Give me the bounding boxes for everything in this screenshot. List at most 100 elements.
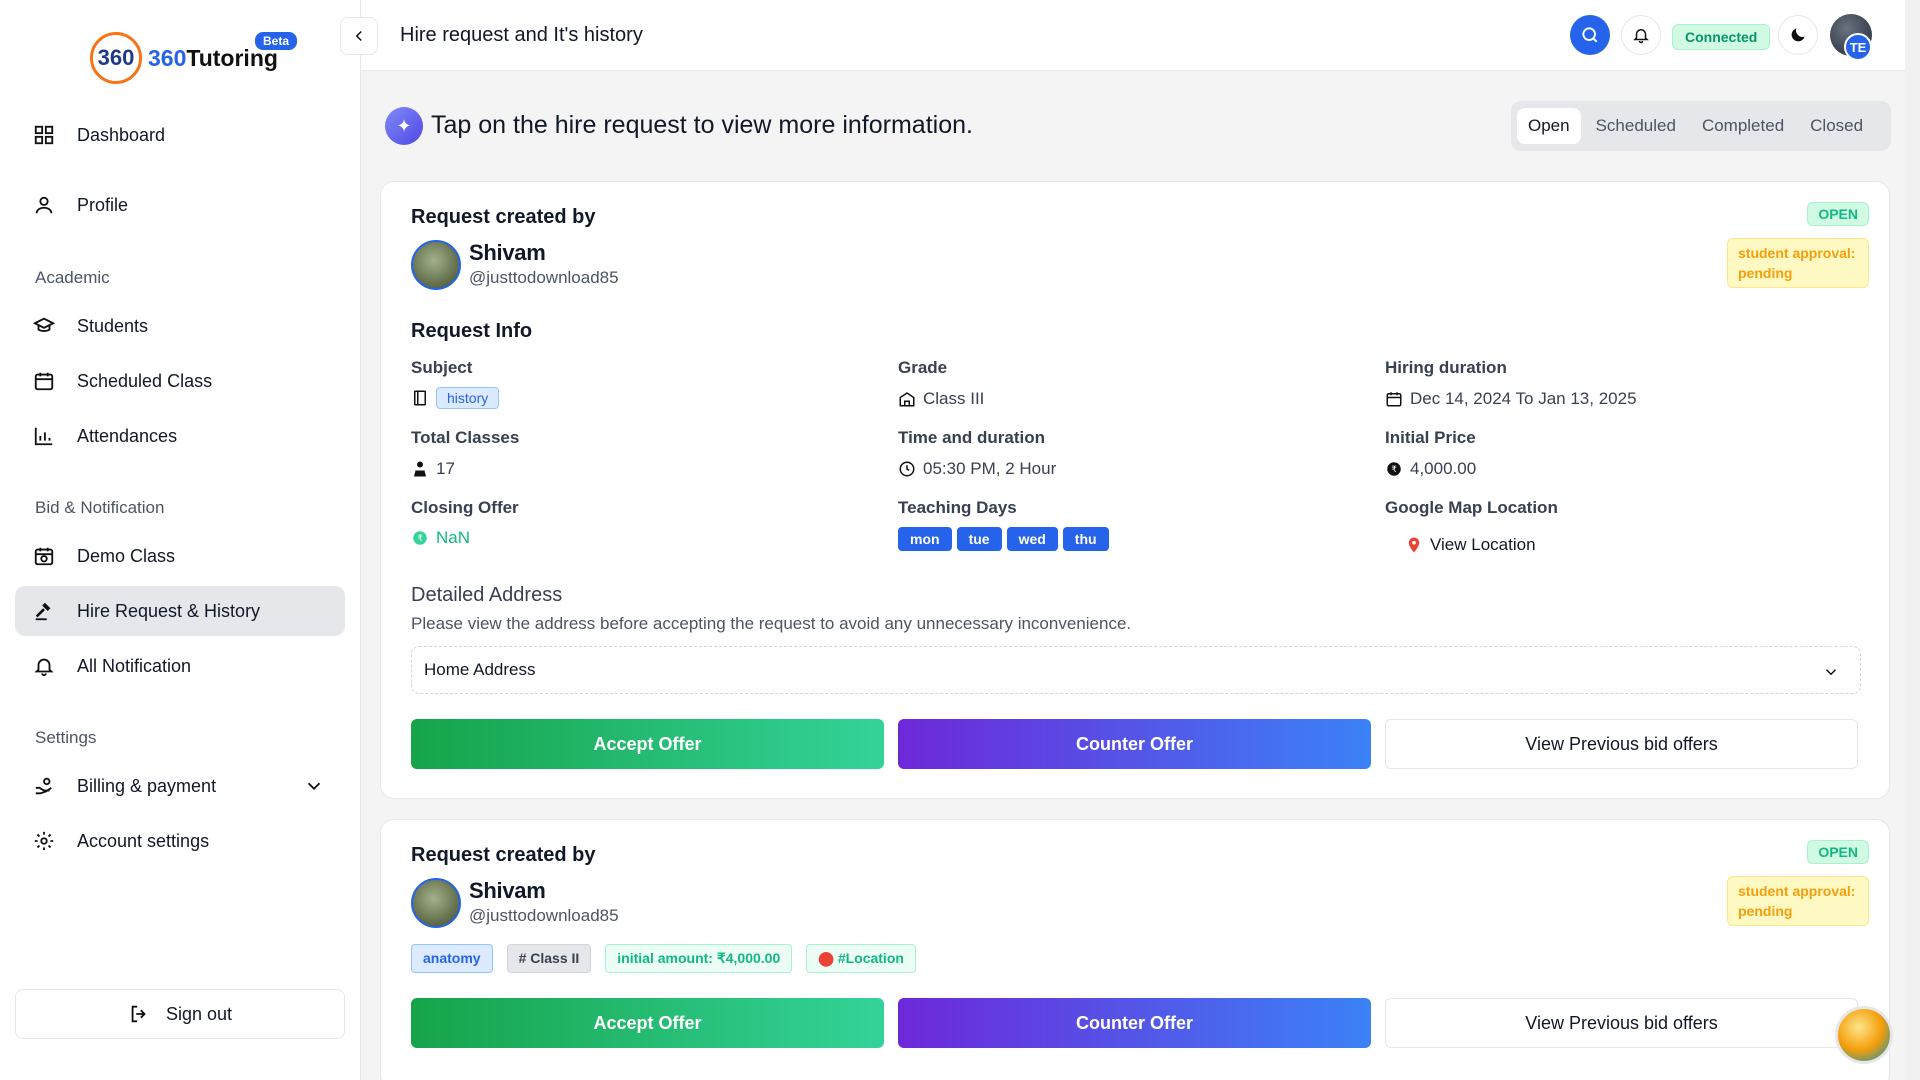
beta-badge: Beta bbox=[255, 32, 298, 50]
accept-offer-button[interactable]: Accept Offer bbox=[411, 998, 884, 1048]
grade-value: Class III bbox=[898, 389, 984, 409]
sidebar-item-label: Billing & payment bbox=[77, 775, 217, 796]
chevron-down-icon bbox=[1825, 669, 1837, 676]
address-note: Please view the address before accepting… bbox=[411, 614, 1132, 633]
sign-out-button[interactable]: Sign out bbox=[15, 989, 345, 1039]
address-accordion-label: Home Address bbox=[424, 660, 536, 679]
total-classes-value: 17 bbox=[411, 459, 455, 479]
coin-icon: ₹ bbox=[413, 531, 427, 545]
calendar-icon bbox=[34, 372, 54, 391]
requester-name: Shivam bbox=[469, 240, 546, 265]
sidebar-item-billing[interactable]: Billing & payment bbox=[15, 761, 345, 811]
graduation-cap-icon bbox=[33, 317, 55, 332]
sidebar: 360 360Tutoring Beta Dashboard Profile A… bbox=[0, 0, 361, 1080]
view-location-link[interactable]: View Location bbox=[1405, 535, 1536, 555]
day-pill: thu bbox=[1062, 527, 1109, 551]
view-previous-bids-button[interactable]: View Previous bid offers bbox=[1385, 719, 1858, 769]
bell-button-wrap bbox=[1621, 15, 1661, 55]
counter-offer-button[interactable]: Counter Offer bbox=[898, 998, 1371, 1048]
sidebar-item-profile[interactable]: Profile bbox=[15, 180, 345, 230]
sidebar-item-account-settings[interactable]: Account settings bbox=[15, 816, 345, 866]
teaching-days-label: Teaching Days bbox=[898, 498, 1017, 517]
sidebar-item-label: Dashboard bbox=[77, 124, 166, 145]
sidebar-item-all-notification[interactable]: All Notification bbox=[15, 641, 345, 691]
calendar-icon bbox=[1386, 392, 1402, 407]
sign-out-label: Sign out bbox=[165, 1003, 233, 1024]
map-pin-icon: ⬤ bbox=[818, 950, 834, 966]
requester-name: Shivam bbox=[469, 878, 546, 903]
requester-avatar bbox=[411, 878, 461, 928]
tab-completed[interactable]: Completed bbox=[1691, 108, 1795, 144]
detailed-address-title: Detailed Address bbox=[411, 584, 563, 606]
requester-avatar bbox=[411, 240, 461, 290]
theme-toggle-button[interactable] bbox=[1778, 15, 1818, 55]
theme-wrap bbox=[1778, 15, 1818, 55]
main-content: ✦ Tap on the hire request to view more i… bbox=[361, 71, 1905, 1080]
tab-scheduled[interactable]: Scheduled bbox=[1585, 108, 1687, 144]
approval-badge: student approval: pending bbox=[1727, 238, 1869, 288]
notifications-button[interactable] bbox=[1621, 15, 1661, 55]
status-badge: OPEN bbox=[1807, 840, 1869, 864]
status-tabs: Open Scheduled Completed Closed bbox=[1511, 101, 1891, 151]
connection-status-badge: Connected bbox=[1672, 24, 1771, 50]
subject-value: history bbox=[411, 387, 500, 409]
location-tag[interactable]: ⬤ #Location bbox=[806, 944, 916, 973]
logo-mark: 360 bbox=[90, 32, 142, 84]
sidebar-item-scheduled-class[interactable]: Scheduled Class bbox=[15, 356, 345, 406]
status-wrap: Connected bbox=[1672, 24, 1771, 50]
bell-icon bbox=[34, 658, 54, 677]
collapse-sidebar-button[interactable] bbox=[340, 17, 378, 55]
status-badge: OPEN bbox=[1807, 202, 1869, 226]
hint-text: Tap on the hire request to view more inf… bbox=[431, 111, 973, 139]
initial-price-label: Initial Price bbox=[1385, 428, 1476, 447]
nav-section-bid: Bid & Notification bbox=[35, 498, 165, 517]
brand-logo[interactable]: 360 360Tutoring bbox=[90, 32, 278, 84]
time-label: Time and duration bbox=[898, 428, 1046, 447]
search-button[interactable] bbox=[1570, 15, 1610, 55]
sidebar-item-demo-class[interactable]: Demo Class bbox=[15, 531, 345, 581]
requester-handle: @justtodownload85 bbox=[469, 906, 619, 925]
bell-icon bbox=[1633, 29, 1649, 44]
subject-tag: history bbox=[436, 387, 500, 409]
teaching-days: mon tue wed thu bbox=[898, 527, 1109, 551]
day-pill: mon bbox=[898, 527, 952, 551]
hire-request-card[interactable]: Request created by Shivam @justtodownloa… bbox=[380, 819, 1890, 1080]
counter-offer-button[interactable]: Counter Offer bbox=[898, 719, 1371, 769]
requester-handle: @justtodownload85 bbox=[469, 268, 619, 287]
amount-tag: initial amount: ₹4,000.00 bbox=[605, 944, 793, 973]
page-title: Hire request and It's history bbox=[400, 24, 643, 46]
search-button-wrap bbox=[1570, 15, 1610, 55]
scrollbar[interactable] bbox=[1905, 0, 1920, 1080]
grade-label: Grade bbox=[898, 358, 948, 377]
sidebar-item-hire-request[interactable]: Hire Request & History bbox=[15, 586, 345, 636]
view-previous-bids-button[interactable]: View Previous bid offers bbox=[1385, 998, 1858, 1048]
accept-offer-button[interactable]: Accept Offer bbox=[411, 719, 884, 769]
chevron-left-icon bbox=[355, 30, 362, 42]
sidebar-item-dashboard[interactable]: Dashboard bbox=[15, 110, 345, 160]
created-by-label: Request created by bbox=[411, 844, 596, 866]
initial-price-value: ₹ 4,000.00 bbox=[1385, 459, 1476, 479]
svg-text:₹: ₹ bbox=[1391, 465, 1396, 474]
sidebar-item-label: Profile bbox=[77, 194, 129, 215]
subject-tag: anatomy bbox=[411, 944, 493, 973]
day-pill: wed bbox=[1006, 527, 1058, 551]
day-pill: tue bbox=[956, 527, 1002, 551]
created-by-label: Request created by bbox=[411, 206, 596, 228]
nav-section-academic: Academic bbox=[35, 268, 110, 287]
search-icon bbox=[1582, 27, 1598, 43]
sidebar-item-label: All Notification bbox=[77, 655, 192, 676]
hire-request-card[interactable]: Request created by Shivam @justtodownloa… bbox=[380, 181, 1890, 799]
sidebar-item-students[interactable]: Students bbox=[15, 301, 345, 351]
hand-coins-icon bbox=[35, 777, 52, 795]
sidebar-item-attendances[interactable]: Attendances bbox=[15, 411, 345, 461]
tab-open[interactable]: Open bbox=[1517, 108, 1581, 144]
closing-offer-label: Closing Offer bbox=[411, 498, 519, 517]
book-icon bbox=[414, 390, 426, 406]
floating-chat-avatar[interactable] bbox=[1835, 1006, 1893, 1064]
request-tags: anatomy # Class II initial amount: ₹4,00… bbox=[411, 944, 916, 973]
address-accordion[interactable]: Home Address bbox=[411, 646, 1861, 694]
tab-closed[interactable]: Closed bbox=[1799, 108, 1874, 144]
time-value: 05:30 PM, 2 Hour bbox=[898, 459, 1056, 479]
map-location-label: Google Map Location bbox=[1385, 498, 1558, 517]
coin-icon: ₹ bbox=[1387, 462, 1401, 476]
